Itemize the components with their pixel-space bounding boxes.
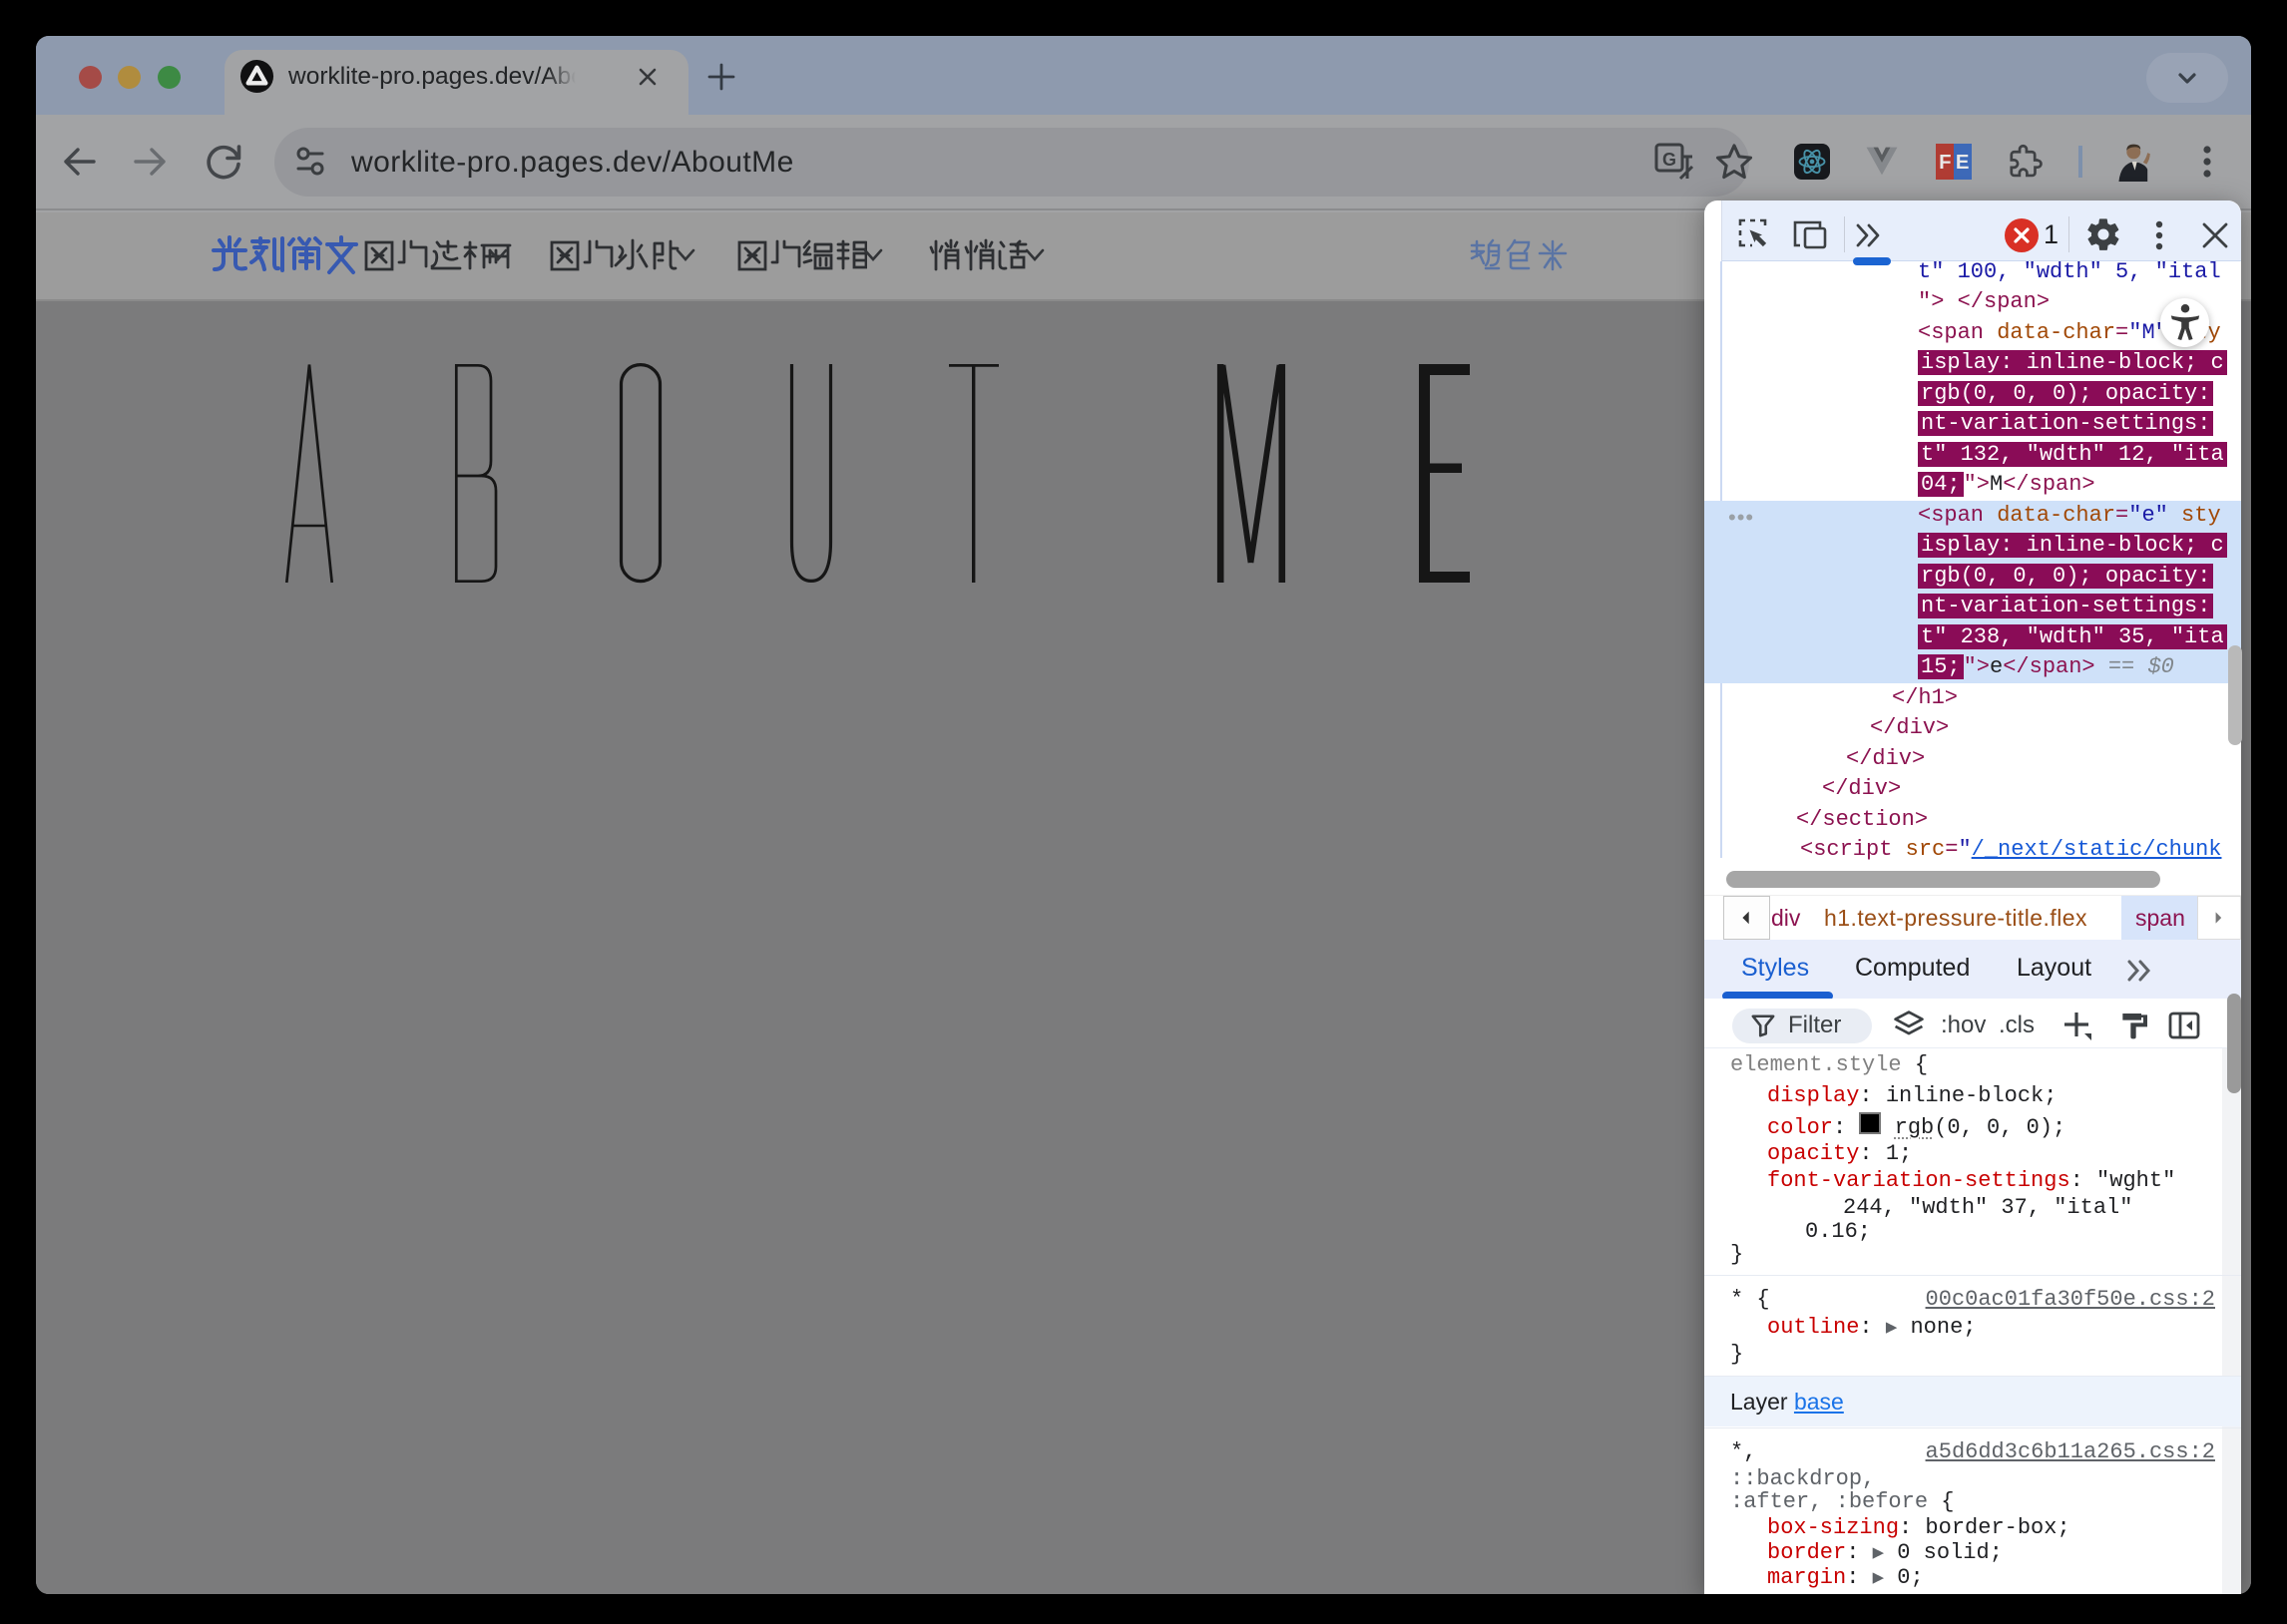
svg-text:F: F bbox=[1939, 152, 1951, 174]
svg-text:E: E bbox=[1956, 152, 1970, 174]
svg-text:G: G bbox=[1662, 150, 1676, 170]
